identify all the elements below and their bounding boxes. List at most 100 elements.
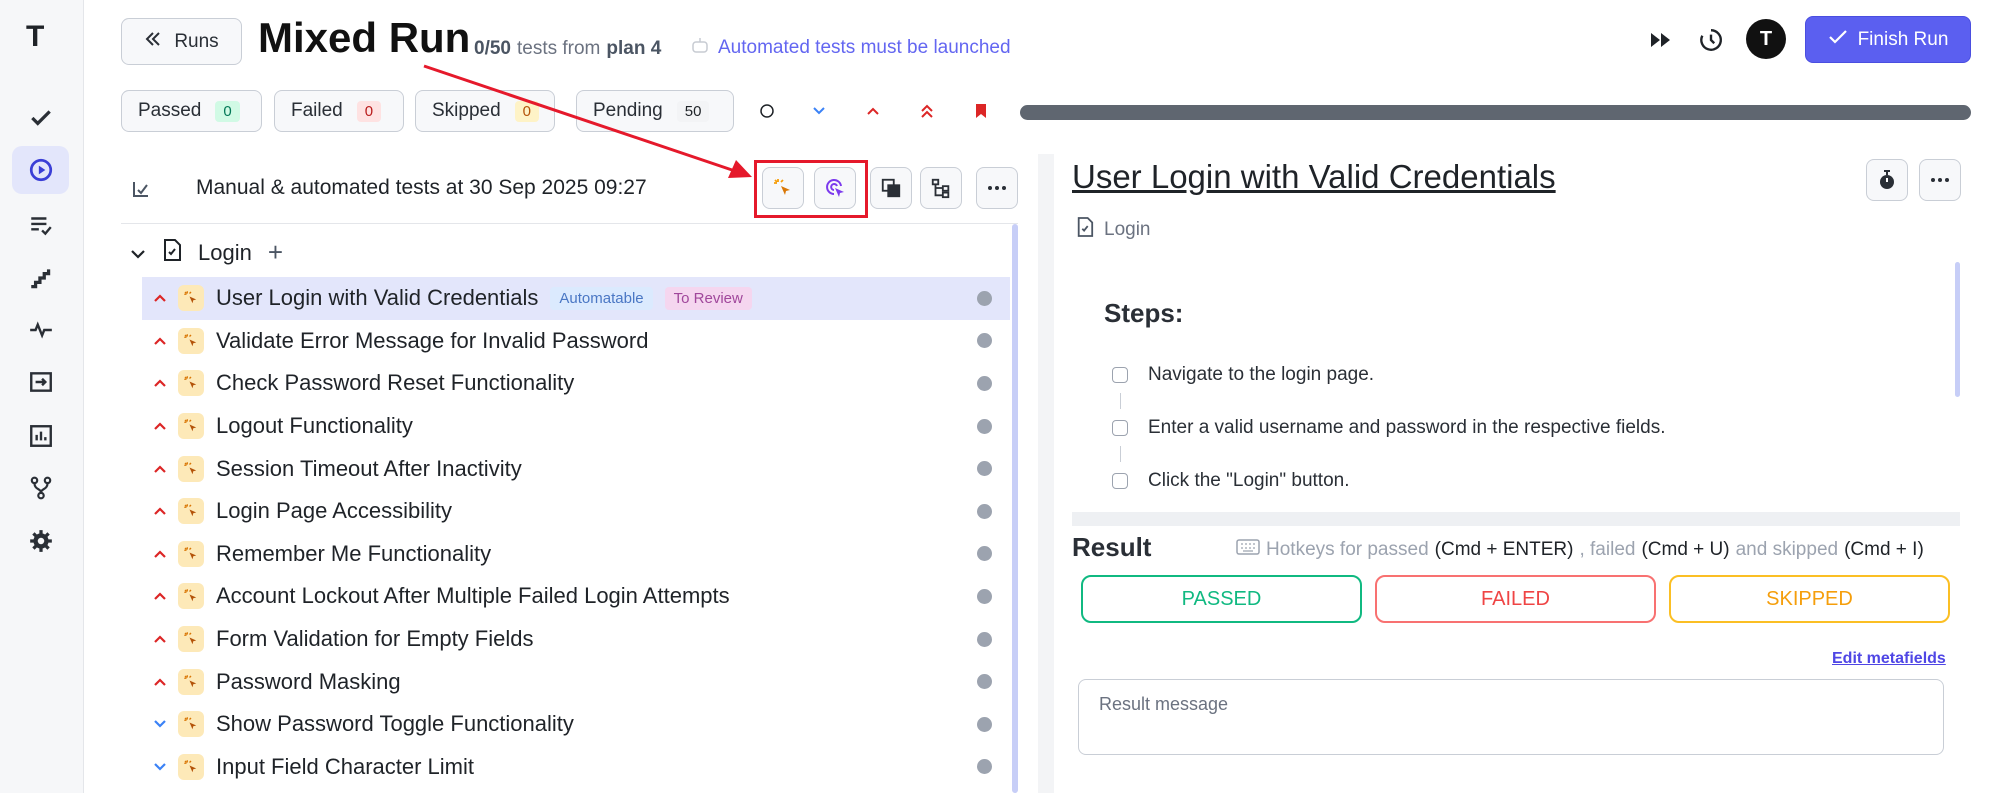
result-message-input[interactable]: Result message <box>1078 679 1944 755</box>
priority-high-icon <box>142 293 178 303</box>
priority-low-filter[interactable] <box>806 98 832 124</box>
case-more-button[interactable] <box>1919 159 1961 201</box>
priority-high-icon <box>142 464 178 474</box>
step-item[interactable]: Navigate to the login page. <box>1112 364 1374 386</box>
test-row[interactable]: Check Password Reset Functionality <box>142 362 1010 405</box>
hotkey-text: and skipped <box>1735 539 1839 560</box>
priority-critical-filter[interactable] <box>914 98 940 124</box>
steps-title: Steps: <box>1104 298 1184 328</box>
filter-passed[interactable]: Passed 0 <box>121 90 262 132</box>
passed-button[interactable]: PASSED <box>1081 575 1362 623</box>
priority-high-filter[interactable] <box>860 98 886 124</box>
test-row[interactable]: Password Masking <box>142 660 1010 703</box>
timer-reset-button[interactable] <box>1693 22 1729 58</box>
step-checkbox[interactable] <box>1112 420 1128 436</box>
manual-test-icon <box>178 753 204 780</box>
failed-button[interactable]: FAILED <box>1375 575 1656 623</box>
nav-import-icon[interactable] <box>12 358 69 406</box>
status-dot <box>977 546 992 562</box>
nav-stairs-icon[interactable] <box>12 254 69 302</box>
test-title: Input Field Character Limit <box>216 753 474 779</box>
filter-failed-label: Failed <box>291 100 343 121</box>
plan-link[interactable]: plan 4 <box>606 38 661 60</box>
suite-file-icon <box>1076 216 1094 244</box>
ellipsis-icon <box>1931 178 1949 182</box>
nav-bar-chart-icon[interactable] <box>12 412 69 460</box>
test-row[interactable]: Validate Error Message for Invalid Passw… <box>142 320 1010 363</box>
nav-list-check-icon[interactable] <box>12 201 69 249</box>
copy-view-button[interactable] <box>870 167 912 209</box>
back-to-runs-button[interactable]: Runs <box>121 18 242 65</box>
priority-none-filter[interactable] <box>754 98 780 124</box>
hotkey-text: , failed <box>1579 539 1636 560</box>
test-title: Remember Me Functionality <box>216 540 492 566</box>
import-icon <box>29 372 52 392</box>
finish-run-button[interactable]: Finish Run <box>1805 16 1971 63</box>
priority-low-icon <box>142 762 178 772</box>
test-row[interactable]: User Login with Valid Credentials Automat… <box>142 277 1010 320</box>
nav-pulse-icon[interactable] <box>12 306 69 354</box>
hotkey-failed: (Cmd + U) <box>1641 539 1730 560</box>
manual-test-icon <box>178 285 204 312</box>
suite-row[interactable]: Login + <box>130 237 283 268</box>
hotkey-skipped: (Cmd + I) <box>1844 539 1924 560</box>
step-item[interactable]: Click the "Login" button. <box>1112 470 1350 492</box>
test-tag: Automatable <box>550 286 653 310</box>
skipped-button[interactable]: SKIPPED <box>1669 575 1950 623</box>
select-tests-button[interactable] <box>130 176 154 205</box>
status-dot <box>977 503 992 519</box>
test-title: Validate Error Message for Invalid Passw… <box>216 327 649 353</box>
step-checkbox[interactable] <box>1112 367 1128 383</box>
breadcrumb[interactable]: Login <box>1076 216 1151 244</box>
stopwatch-icon <box>1880 170 1894 189</box>
edit-checklist-icon <box>133 182 148 197</box>
chevron-down-icon[interactable] <box>130 240 146 266</box>
fast-forward-button[interactable] <box>1643 22 1679 58</box>
manual-test-icon <box>178 711 204 738</box>
timer-button[interactable] <box>1866 159 1908 201</box>
filter-pending[interactable]: Pending 50 <box>576 90 734 132</box>
test-title: Account Lockout After Multiple Failed Lo… <box>216 583 730 609</box>
nav-runs[interactable] <box>12 146 69 194</box>
status-dot <box>977 333 992 349</box>
step-checkbox[interactable] <box>1112 473 1128 489</box>
priority-blocker-filter[interactable] <box>968 98 994 124</box>
test-row[interactable]: Input Field Character Limit <box>142 746 1010 789</box>
test-row[interactable]: Remember Me Functionality <box>142 533 1010 576</box>
test-row[interactable]: Show Password Toggle Functionality <box>142 703 1010 746</box>
steps-section: Steps: Navigate to the login page. Enter… <box>1072 262 1960 512</box>
play-circle-icon <box>29 158 52 182</box>
automated-note: Automated tests must be launched <box>690 36 1011 60</box>
test-row[interactable]: Form Validation for Empty Fields <box>142 618 1010 661</box>
test-row[interactable]: Logout Functionality <box>142 405 1010 448</box>
edit-metafields-link[interactable]: Edit metafields <box>1832 650 1946 668</box>
steps-scrollbar[interactable] <box>1955 262 1960 397</box>
double-chevron-up-icon <box>921 104 933 118</box>
manual-test-icon <box>178 455 204 482</box>
avatar[interactable]: T <box>1746 19 1786 59</box>
manual-test-icon <box>178 413 204 440</box>
automated-note-text: Automated tests must be launched <box>718 37 1011 58</box>
add-test-icon[interactable]: + <box>268 237 283 268</box>
test-list-scrollbar[interactable] <box>1012 224 1018 793</box>
more-options-button[interactable] <box>976 167 1018 209</box>
test-row[interactable]: Session Timeout After Inactivity <box>142 447 1010 490</box>
test-row[interactable]: Account Lockout After Multiple Failed Lo… <box>142 575 1010 618</box>
tree-view-button[interactable] <box>920 167 962 209</box>
nav-check-icon[interactable] <box>12 94 69 142</box>
status-dot <box>977 631 992 647</box>
test-row[interactable]: Login Page Accessibility <box>142 490 1010 533</box>
filter-skipped[interactable]: Skipped 0 <box>415 90 555 132</box>
panel-resize-handle[interactable] <box>1038 154 1054 793</box>
filter-failed[interactable]: Failed 0 <box>274 90 404 132</box>
priority-high-icon <box>142 336 178 346</box>
status-dot <box>977 588 992 604</box>
suite-file-icon <box>162 238 182 268</box>
check-icon <box>1828 29 1848 51</box>
nav-fork-icon[interactable] <box>12 464 69 512</box>
run-subtitle: 0/50 tests from plan 4 <box>474 38 661 60</box>
test-case-title[interactable]: User Login with Valid Credentials <box>1072 158 1556 196</box>
nav-gear-icon[interactable] <box>12 517 69 565</box>
result-resize-handle[interactable] <box>1072 512 1960 526</box>
step-item[interactable]: Enter a valid username and password in t… <box>1112 417 1666 439</box>
